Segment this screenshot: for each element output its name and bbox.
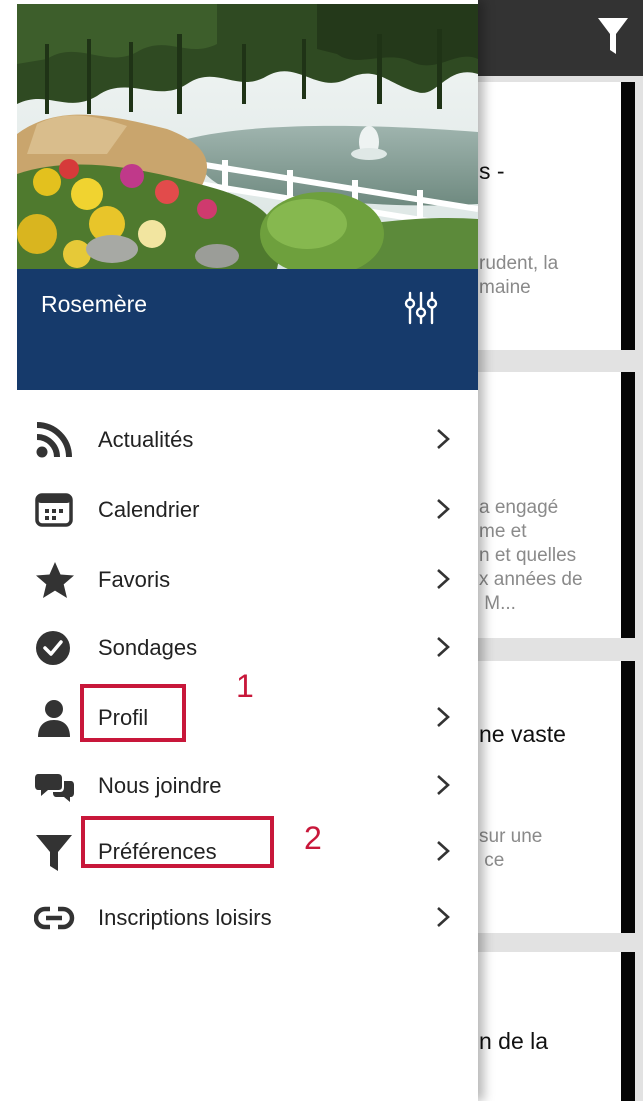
settings-sliders-icon[interactable]	[404, 291, 438, 325]
menu-item-actualites[interactable]: Actualités	[0, 408, 478, 472]
chevron-right-icon	[437, 707, 450, 727]
card-excerpt: a engagé me et n et quelles x années de …	[479, 497, 583, 614]
card-title: s -	[479, 158, 505, 184]
card-title: ne vaste	[479, 721, 566, 747]
highlight-box-profil	[80, 684, 186, 742]
menu-item-label: Sondages	[98, 635, 198, 660]
card-image-strip	[621, 82, 635, 350]
highlight-box-preferences	[81, 816, 274, 868]
card-image-strip	[621, 952, 635, 1101]
card-image-strip	[621, 372, 635, 638]
header-photo	[17, 4, 478, 269]
chevron-right-icon	[437, 907, 450, 927]
chevron-right-icon	[437, 499, 450, 519]
calendar-icon	[35, 493, 73, 527]
municipality-name: Rosemère	[41, 291, 148, 317]
annotation-number-2: 2	[304, 820, 322, 856]
card-excerpt: sur une ce	[479, 826, 543, 871]
chevron-right-icon	[437, 569, 450, 589]
card-excerpt: rudent, la maine	[479, 253, 559, 298]
check-circle-icon	[36, 631, 70, 665]
chevron-right-icon	[437, 429, 450, 449]
rss-icon	[36, 422, 72, 458]
chevron-right-icon	[437, 775, 450, 795]
chat-bubbles-icon	[35, 774, 74, 802]
person-icon	[38, 700, 70, 737]
menu-item-label: Calendrier	[98, 497, 200, 522]
navigation-drawer: Rosemère Actualités Calendrier Favoris S…	[0, 0, 478, 1101]
filter-icon	[36, 835, 72, 871]
annotation-number-1: 1	[236, 668, 254, 704]
card-title: n de la	[479, 1028, 549, 1054]
menu-item-label: Favoris	[98, 567, 171, 592]
star-icon	[36, 562, 74, 598]
menu-item-calendrier[interactable]: Calendrier	[0, 478, 478, 542]
menu-item-label: Actualités	[98, 427, 194, 452]
chevron-right-icon	[437, 841, 450, 861]
menu-item-label: Nous joindre	[98, 773, 222, 798]
menu-item-favoris[interactable]: Favoris	[0, 548, 478, 612]
drawer-header: Rosemère	[17, 269, 478, 390]
link-icon	[34, 906, 75, 930]
chevron-right-icon	[437, 637, 450, 657]
park-garden-image	[17, 4, 478, 269]
menu-item-label: Inscriptions loisirs	[98, 905, 272, 930]
menu-item-nous-joindre[interactable]: Nous joindre	[0, 754, 478, 818]
card-image-strip	[621, 661, 635, 933]
menu-item-inscriptions-loisirs[interactable]: Inscriptions loisirs	[0, 886, 478, 950]
filter-icon[interactable]	[597, 16, 629, 56]
